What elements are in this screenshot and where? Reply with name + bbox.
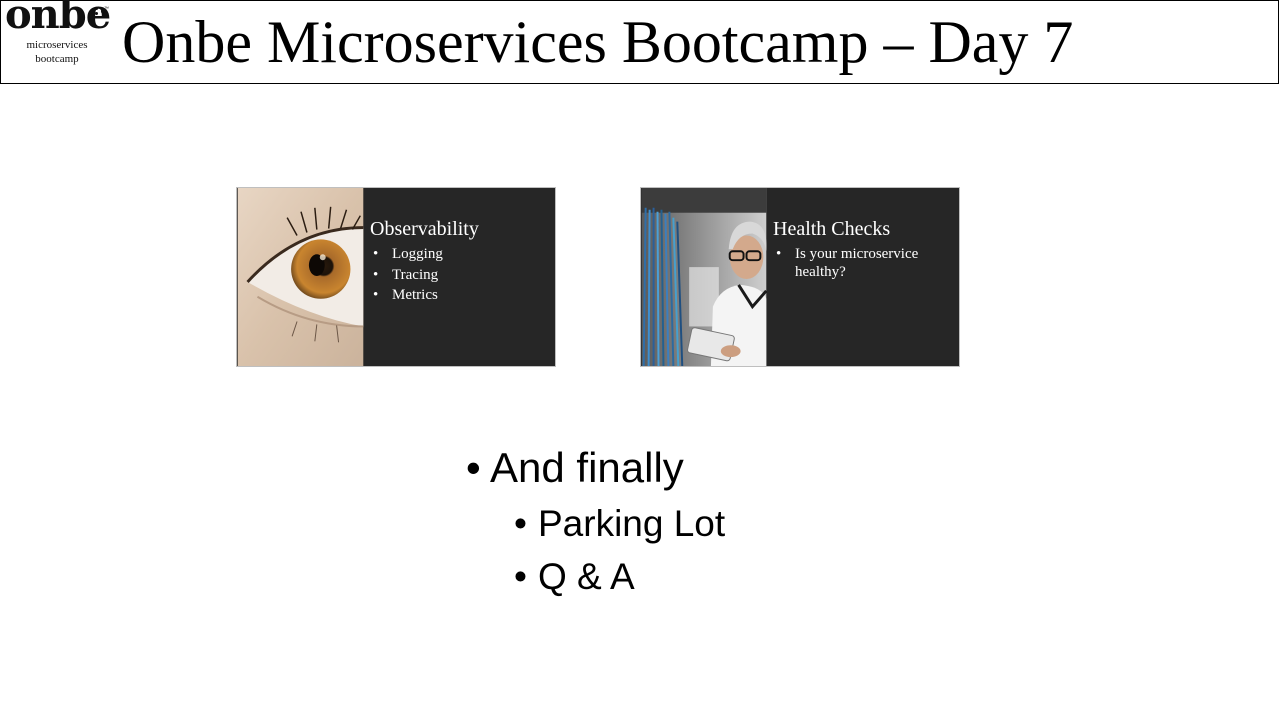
- bullet-marker: •: [514, 503, 527, 544]
- bullet-marker: •: [514, 556, 527, 597]
- slide-thumbnail-observability[interactable]: Observability Logging Tracing Metrics: [236, 187, 556, 367]
- logo-subtitle: microservices bootcamp: [3, 38, 111, 66]
- thumbnail-list-item: Logging: [364, 246, 552, 264]
- logo-subtitle-line2: bootcamp: [35, 53, 79, 65]
- onbe-logo: onbe ™ microservices bootcamp: [3, 0, 111, 83]
- bullet-item: • And finally: [466, 442, 684, 494]
- thumbnail-list-item: Is your microservice healthy?: [767, 246, 955, 281]
- thumbnail-list-item: Tracing: [364, 267, 552, 285]
- sub-bullet-text: Parking Lot: [538, 503, 726, 544]
- eye-photo: [237, 188, 364, 366]
- slide-title: Onbe Microservices Bootcamp – Day 7: [122, 9, 1074, 75]
- logo-trademark: ™: [104, 6, 109, 12]
- thumbnail-list: Logging Tracing Metrics: [364, 246, 552, 308]
- thumbnail-title: Health Checks: [773, 218, 891, 240]
- sub-bullet-item: • Q & A: [514, 554, 635, 600]
- bullet-marker: •: [466, 444, 481, 491]
- sub-bullet-text: Q & A: [538, 556, 635, 597]
- woman-with-tablet-photo: [641, 188, 767, 366]
- thumbnail-text-panel: Observability Logging Tracing Metrics: [364, 188, 555, 366]
- bullet-text: And finally: [490, 444, 684, 491]
- slide-header: onbe ™ microservices bootcamp Onbe Micro…: [0, 0, 1279, 84]
- slide-thumbnail-health-checks[interactable]: Health Checks Is your microservice healt…: [640, 187, 960, 367]
- sub-bullet-item: • Parking Lot: [514, 501, 725, 547]
- logo-wordmark: onbe: [5, 0, 111, 38]
- thumbnail-text-panel: Health Checks Is your microservice healt…: [767, 188, 959, 366]
- thumbnail-list-item: Metrics: [364, 287, 552, 305]
- thumbnail-list: Is your microservice healthy?: [767, 246, 955, 284]
- thumbnail-title: Observability: [370, 218, 479, 240]
- logo-subtitle-line1: microservices: [26, 39, 88, 51]
